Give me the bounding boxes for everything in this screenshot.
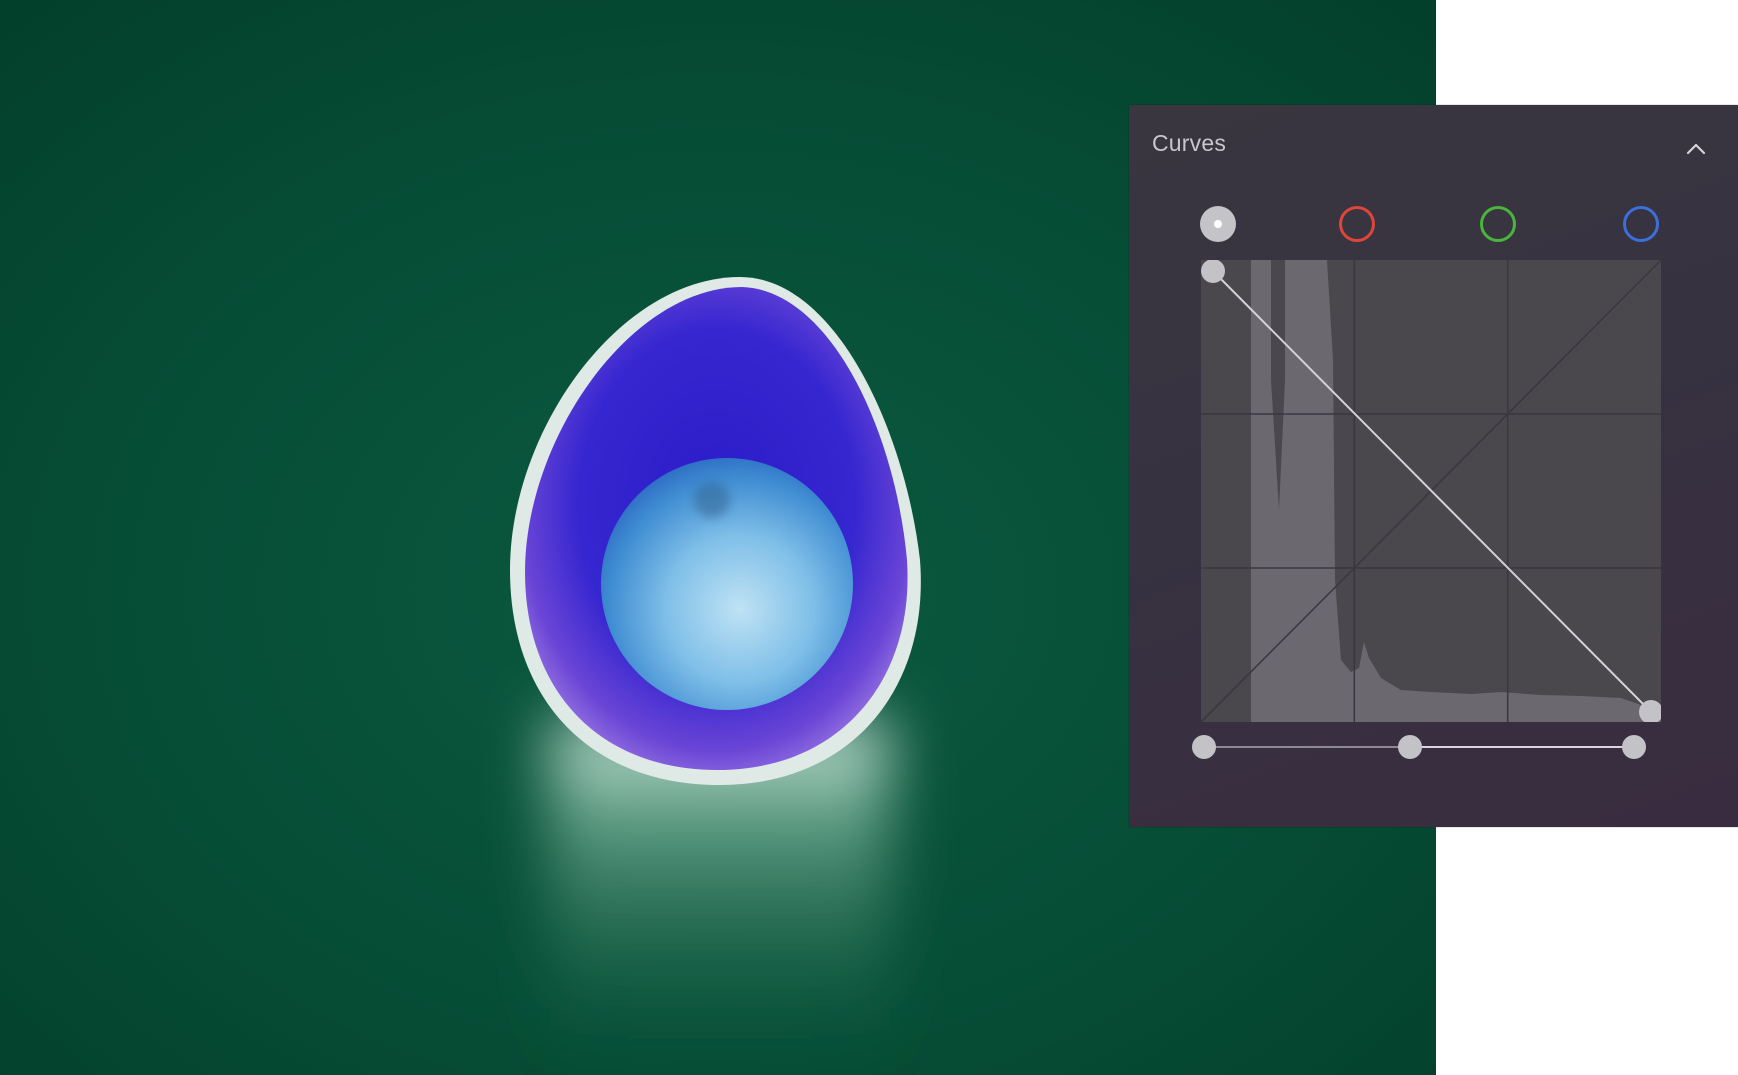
channel-green-button[interactable] (1480, 206, 1516, 242)
midtone-handle[interactable] (1398, 735, 1423, 759)
channel-all-button[interactable] (1200, 206, 1236, 242)
chevron-up-icon[interactable] (1682, 135, 1710, 163)
curves-panel: Curves (1129, 105, 1738, 827)
white-point-handle[interactable] (1622, 735, 1646, 759)
editor-stage: Curves (0, 0, 1738, 1075)
curve-editor[interactable] (1200, 259, 1663, 724)
curves-panel-header[interactable]: Curves (1129, 105, 1738, 179)
panel-title: Curves (1152, 130, 1227, 156)
levels-slider[interactable] (1192, 735, 1646, 759)
levels-track-highlight (1410, 746, 1634, 748)
curve-point-top-left[interactable] (1201, 259, 1225, 283)
channel-blue-button[interactable] (1623, 206, 1659, 242)
black-point-handle[interactable] (1192, 735, 1216, 759)
channel-red-button[interactable] (1339, 206, 1375, 242)
